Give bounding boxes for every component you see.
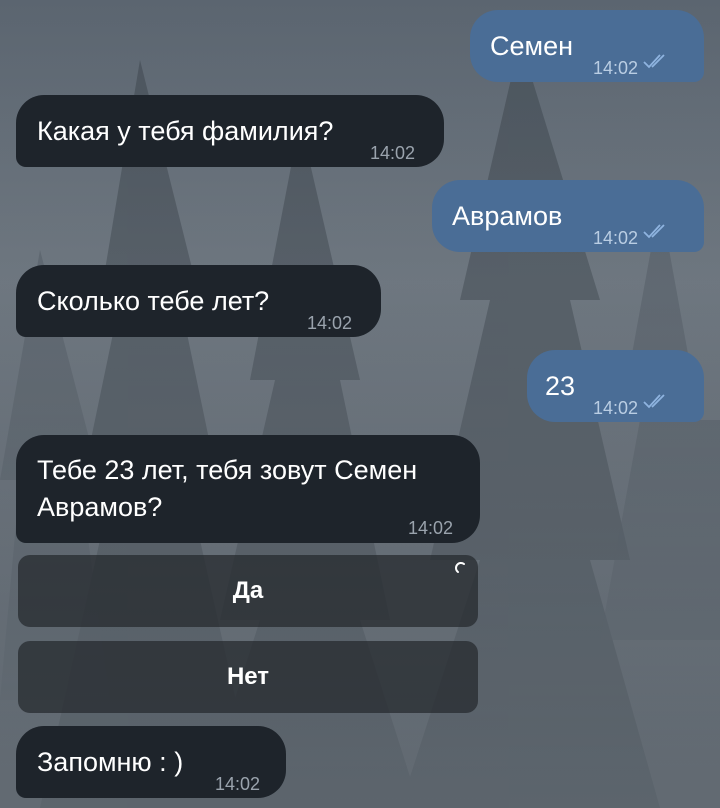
inline-button-label: Нет — [226, 663, 270, 690]
message-text: Запомню : ) — [37, 747, 184, 777]
message-text: Аврамов — [452, 201, 563, 231]
message-time: 14:02 — [307, 313, 353, 333]
message-incoming[interactable]: Тебе 23 лет, тебя зовут Семен Аврамов? 1… — [16, 435, 480, 543]
inline-button-label: Да — [232, 577, 264, 604]
double-check-icon — [643, 54, 665, 69]
message-text: 23 — [545, 371, 576, 401]
message-outgoing[interactable]: Семен 14:02 — [470, 10, 704, 82]
message-time: 14:02 — [593, 58, 639, 78]
message-text: Сколько тебе лет? — [37, 286, 270, 316]
message-incoming[interactable]: Запомню : ) 14:02 — [16, 726, 286, 798]
message-time: 14:02 — [215, 774, 261, 794]
message-time: 14:02 — [408, 518, 454, 538]
message-text: Какая у тебя фамилия? — [37, 116, 334, 146]
message-outgoing[interactable]: 23 14:02 — [527, 350, 704, 422]
inline-button-no[interactable]: Нет — [18, 641, 478, 713]
double-check-icon — [643, 394, 665, 409]
message-time: 14:02 — [593, 398, 639, 418]
message-time: 14:02 — [593, 228, 639, 248]
inline-button-yes[interactable]: Да — [18, 555, 478, 627]
spinner-icon — [455, 562, 465, 573]
message-text: Семен — [490, 31, 574, 61]
double-check-icon — [643, 224, 665, 239]
message-incoming[interactable]: Сколько тебе лет? 14:02 — [16, 265, 381, 337]
message-incoming[interactable]: Какая у тебя фамилия? 14:02 — [16, 95, 444, 167]
message-time: 14:02 — [370, 143, 416, 163]
message-text-line-1: Тебе 23 лет, тебя зовут Семен — [37, 455, 418, 485]
message-text-line-2: Аврамов? — [37, 492, 163, 522]
message-outgoing[interactable]: Аврамов 14:02 — [432, 180, 704, 252]
